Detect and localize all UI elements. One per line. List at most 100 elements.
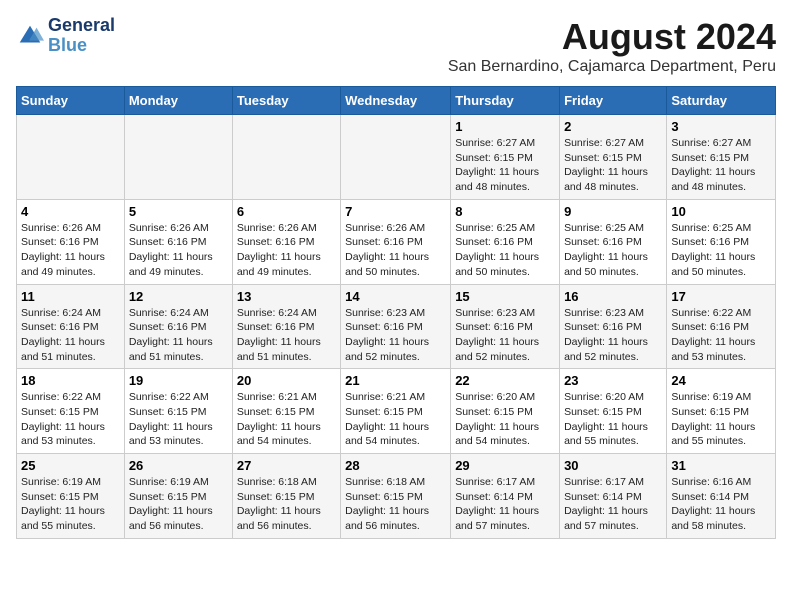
day-number: 28 [345, 458, 446, 473]
day-info: Sunrise: 6:26 AM Sunset: 6:16 PM Dayligh… [129, 221, 228, 280]
day-number: 23 [564, 373, 662, 388]
calendar-cell: 13 Sunrise: 6:24 AM Sunset: 6:16 PM Dayli… [232, 284, 340, 369]
calendar-cell: 19 Sunrise: 6:22 AM Sunset: 6:15 PM Dayli… [124, 369, 232, 454]
week-row-3: 11 Sunrise: 6:24 AM Sunset: 6:16 PM Dayli… [17, 284, 776, 369]
calendar-table: SundayMondayTuesdayWednesdayThursdayFrid… [16, 86, 776, 539]
calendar-cell: 5 Sunrise: 6:26 AM Sunset: 6:16 PM Daylig… [124, 199, 232, 284]
calendar-cell [232, 115, 340, 200]
day-info: Sunrise: 6:25 AM Sunset: 6:16 PM Dayligh… [671, 221, 771, 280]
day-info: Sunrise: 6:20 AM Sunset: 6:15 PM Dayligh… [455, 390, 555, 449]
day-number: 13 [237, 289, 336, 304]
day-info: Sunrise: 6:26 AM Sunset: 6:16 PM Dayligh… [345, 221, 446, 280]
calendar-cell: 23 Sunrise: 6:20 AM Sunset: 6:15 PM Dayli… [560, 369, 667, 454]
title-section: August 2024 San Bernardino, Cajamarca De… [448, 16, 776, 76]
calendar-cell: 22 Sunrise: 6:20 AM Sunset: 6:15 PM Dayli… [451, 369, 560, 454]
day-number: 29 [455, 458, 555, 473]
day-info: Sunrise: 6:21 AM Sunset: 6:15 PM Dayligh… [237, 390, 336, 449]
day-info: Sunrise: 6:24 AM Sunset: 6:16 PM Dayligh… [21, 306, 120, 365]
day-number: 30 [564, 458, 662, 473]
logo-line1: General [48, 16, 115, 36]
calendar-cell: 14 Sunrise: 6:23 AM Sunset: 6:16 PM Dayli… [341, 284, 451, 369]
day-info: Sunrise: 6:19 AM Sunset: 6:15 PM Dayligh… [21, 475, 120, 534]
day-info: Sunrise: 6:23 AM Sunset: 6:16 PM Dayligh… [564, 306, 662, 365]
day-number: 24 [671, 373, 771, 388]
day-info: Sunrise: 6:24 AM Sunset: 6:16 PM Dayligh… [129, 306, 228, 365]
day-number: 1 [455, 119, 555, 134]
header-thursday: Thursday [451, 87, 560, 115]
day-info: Sunrise: 6:25 AM Sunset: 6:16 PM Dayligh… [564, 221, 662, 280]
day-number: 11 [21, 289, 120, 304]
day-number: 22 [455, 373, 555, 388]
day-info: Sunrise: 6:18 AM Sunset: 6:15 PM Dayligh… [237, 475, 336, 534]
header-tuesday: Tuesday [232, 87, 340, 115]
day-number: 12 [129, 289, 228, 304]
day-info: Sunrise: 6:22 AM Sunset: 6:15 PM Dayligh… [129, 390, 228, 449]
calendar-cell: 24 Sunrise: 6:19 AM Sunset: 6:15 PM Dayli… [667, 369, 776, 454]
header-monday: Monday [124, 87, 232, 115]
sub-title: San Bernardino, Cajamarca Department, Pe… [448, 58, 776, 76]
day-number: 15 [455, 289, 555, 304]
logo-icon [16, 22, 44, 50]
day-number: 6 [237, 204, 336, 219]
calendar-cell: 18Sunrise: 6:22 AM Sunset: 6:15 PM Dayli… [17, 369, 125, 454]
calendar-cell: 21 Sunrise: 6:21 AM Sunset: 6:15 PM Dayli… [341, 369, 451, 454]
day-number: 19 [129, 373, 228, 388]
calendar-cell: 2Sunrise: 6:27 AM Sunset: 6:15 PM Daylig… [560, 115, 667, 200]
header-wednesday: Wednesday [341, 87, 451, 115]
header-sunday: Sunday [17, 87, 125, 115]
day-number: 5 [129, 204, 228, 219]
day-number: 16 [564, 289, 662, 304]
calendar-cell [124, 115, 232, 200]
day-info: Sunrise: 6:23 AM Sunset: 6:16 PM Dayligh… [455, 306, 555, 365]
day-number: 18 [21, 373, 120, 388]
day-info: Sunrise: 6:27 AM Sunset: 6:15 PM Dayligh… [671, 136, 771, 195]
week-row-4: 18 Sunrise: 6:22 AM Sunset: 6:15 PM Dayli… [17, 369, 776, 454]
day-info: Sunrise: 6:24 AM Sunset: 6:16 PM Dayligh… [237, 306, 336, 365]
day-info: Sunrise: 6:17 AM Sunset: 6:14 PM Dayligh… [564, 475, 662, 534]
day-info: Sunrise: 6:22 AM Sunset: 6:16 PM Dayligh… [671, 306, 771, 365]
calendar-cell: 27Sunrise: 6:18 AM Sunset: 6:15 PM Dayli… [232, 454, 340, 539]
logo: General Blue [16, 16, 115, 56]
day-info: Sunrise: 6:18 AM Sunset: 6:15 PM Dayligh… [345, 475, 446, 534]
day-info: Sunrise: 6:23 AM Sunset: 6:16 PM Dayligh… [345, 306, 446, 365]
day-number: 3 [671, 119, 771, 134]
calendar-cell: 10 Sunrise: 6:25 AM Sunset: 6:16 PM Dayli… [667, 199, 776, 284]
day-number: 4 [21, 204, 120, 219]
day-info: Sunrise: 6:20 AM Sunset: 6:15 PM Dayligh… [564, 390, 662, 449]
week-row-5: 25Sunrise: 6:19 AM Sunset: 6:15 PM Dayli… [17, 454, 776, 539]
day-number: 2 [564, 119, 662, 134]
day-number: 9 [564, 204, 662, 219]
main-title: August 2024 [448, 16, 776, 58]
calendar-cell: 12 Sunrise: 6:24 AM Sunset: 6:16 PM Dayli… [124, 284, 232, 369]
day-number: 17 [671, 289, 771, 304]
header-friday: Friday [560, 87, 667, 115]
calendar-cell: 11 Sunrise: 6:24 AM Sunset: 6:16 PM Dayli… [17, 284, 125, 369]
day-info: Sunrise: 6:25 AM Sunset: 6:16 PM Dayligh… [455, 221, 555, 280]
calendar-cell: 6 Sunrise: 6:26 AM Sunset: 6:16 PM Daylig… [232, 199, 340, 284]
day-info: Sunrise: 6:26 AM Sunset: 6:16 PM Dayligh… [21, 221, 120, 280]
day-number: 26 [129, 458, 228, 473]
day-info: Sunrise: 6:26 AM Sunset: 6:16 PM Dayligh… [237, 221, 336, 280]
calendar-cell: 28 Sunrise: 6:18 AM Sunset: 6:15 PM Dayli… [341, 454, 451, 539]
calendar-cell: 17 Sunrise: 6:22 AM Sunset: 6:16 PM Dayli… [667, 284, 776, 369]
day-info: Sunrise: 6:16 AM Sunset: 6:14 PM Dayligh… [671, 475, 771, 534]
calendar-cell: 1 Sunrise: 6:27 AM Sunset: 6:15 PM Daylig… [451, 115, 560, 200]
day-info: Sunrise: 6:21 AM Sunset: 6:15 PM Dayligh… [345, 390, 446, 449]
logo-text: General Blue [48, 16, 115, 56]
day-number: 20 [237, 373, 336, 388]
day-info: Sunrise: 6:27 AM Sunset: 6:15 PM Dayligh… [455, 136, 555, 195]
calendar-cell: 31Sunrise: 6:16 AM Sunset: 6:14 PM Dayli… [667, 454, 776, 539]
calendar-cell: 25Sunrise: 6:19 AM Sunset: 6:15 PM Dayli… [17, 454, 125, 539]
header-saturday: Saturday [667, 87, 776, 115]
week-row-1: 1 Sunrise: 6:27 AM Sunset: 6:15 PM Daylig… [17, 115, 776, 200]
day-number: 10 [671, 204, 771, 219]
calendar-cell: 29 Sunrise: 6:17 AM Sunset: 6:14 PM Dayli… [451, 454, 560, 539]
day-info: Sunrise: 6:17 AM Sunset: 6:14 PM Dayligh… [455, 475, 555, 534]
day-number: 14 [345, 289, 446, 304]
calendar-cell: 4 Sunrise: 6:26 AM Sunset: 6:16 PM Daylig… [17, 199, 125, 284]
calendar-cell [341, 115, 451, 200]
week-row-2: 4 Sunrise: 6:26 AM Sunset: 6:16 PM Daylig… [17, 199, 776, 284]
calendar-cell: 20 Sunrise: 6:21 AM Sunset: 6:15 PM Dayli… [232, 369, 340, 454]
day-info: Sunrise: 6:19 AM Sunset: 6:15 PM Dayligh… [671, 390, 771, 449]
day-number: 21 [345, 373, 446, 388]
